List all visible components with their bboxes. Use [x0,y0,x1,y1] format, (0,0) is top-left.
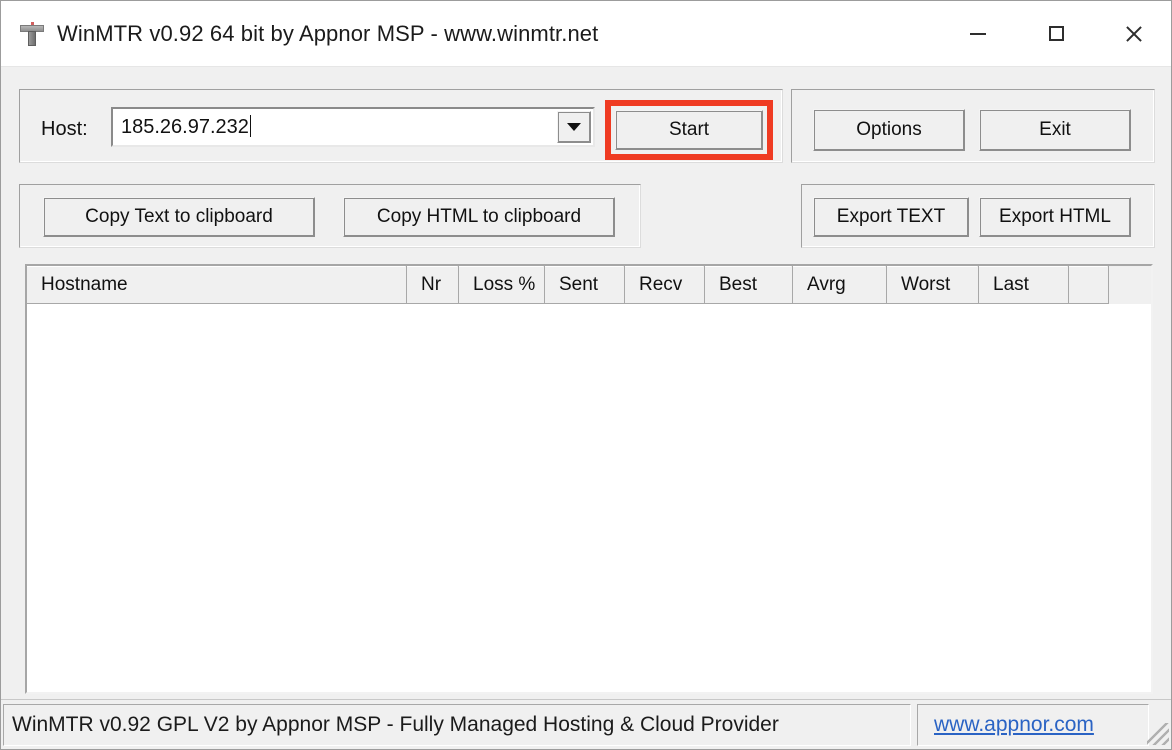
host-dropdown-button[interactable] [557,111,591,143]
window-controls [939,1,1171,66]
column-header-best[interactable]: Best [705,266,793,304]
column-header-worst[interactable]: Worst [887,266,979,304]
export-text-button[interactable]: Export TEXT [813,197,969,237]
host-combobox[interactable]: 185.26.97.232 [111,107,595,147]
title-bar: WinMTR v0.92 64 bit by Appnor MSP - www.… [1,1,1171,67]
copy-text-button[interactable]: Copy Text to clipboard [43,197,315,237]
column-header-label: Avrg [807,273,846,295]
column-header-blank[interactable] [1069,266,1109,304]
text-caret [249,115,251,137]
status-text-pane: WinMTR v0.92 GPL V2 by Appnor MSP - Full… [3,704,911,746]
start-button-highlight [605,100,773,160]
export-html-button[interactable]: Export HTML [979,197,1131,237]
maximize-icon [1048,26,1064,41]
column-header-label: Recv [639,273,683,295]
window-title: WinMTR v0.92 64 bit by Appnor MSP - www.… [57,20,599,46]
appnor-link[interactable]: www.appnor.com [918,713,1094,737]
column-header-nr[interactable]: Nr [407,266,459,304]
column-header-avrg[interactable]: Avrg [793,266,887,304]
column-header-last[interactable]: Last [979,266,1069,304]
column-header-label: Nr [421,273,442,295]
winmtr-window: WinMTR v0.92 64 bit by Appnor MSP - www.… [0,0,1172,750]
tower-icon [19,21,45,47]
column-header-label: Worst [901,273,951,295]
column-header-label: Sent [559,273,599,295]
minimize-icon [970,32,986,35]
column-header-recv[interactable]: Recv [625,266,705,304]
close-icon [1124,24,1144,44]
resize-grip-icon[interactable] [1147,723,1169,745]
column-header-sent[interactable]: Sent [545,266,625,304]
host-label: Host: [41,118,88,140]
column-header-hostname[interactable]: Hostname [27,266,407,304]
status-text: WinMTR v0.92 GPL V2 by Appnor MSP - Full… [12,713,779,736]
copy-html-button[interactable]: Copy HTML to clipboard [343,197,615,237]
column-header-loss[interactable]: Loss % [459,266,545,304]
host-input[interactable]: 185.26.97.232 [121,115,251,139]
close-button[interactable] [1095,1,1171,66]
table-body [27,304,1151,692]
column-header-label: Last [993,273,1029,295]
column-header-label: Best [719,273,758,295]
minimize-button[interactable] [939,1,1017,66]
maximize-button[interactable] [1017,1,1095,66]
options-button[interactable]: Options [813,109,965,151]
results-listview[interactable]: Hostname Nr Loss % Sent Recv Best Avrg Worst Las… [25,264,1153,694]
column-header-label: Hostname [41,273,128,295]
status-link-pane[interactable]: www.appnor.com [917,704,1149,746]
chevron-down-icon [567,123,581,131]
exit-button[interactable]: Exit [979,109,1131,151]
status-bar: WinMTR v0.92 GPL V2 by Appnor MSP - Full… [1,699,1171,749]
table-header-row: Hostname Nr Loss % Sent Recv Best Avrg Worst Las… [27,266,1151,304]
column-header-label: Loss % [473,273,536,295]
